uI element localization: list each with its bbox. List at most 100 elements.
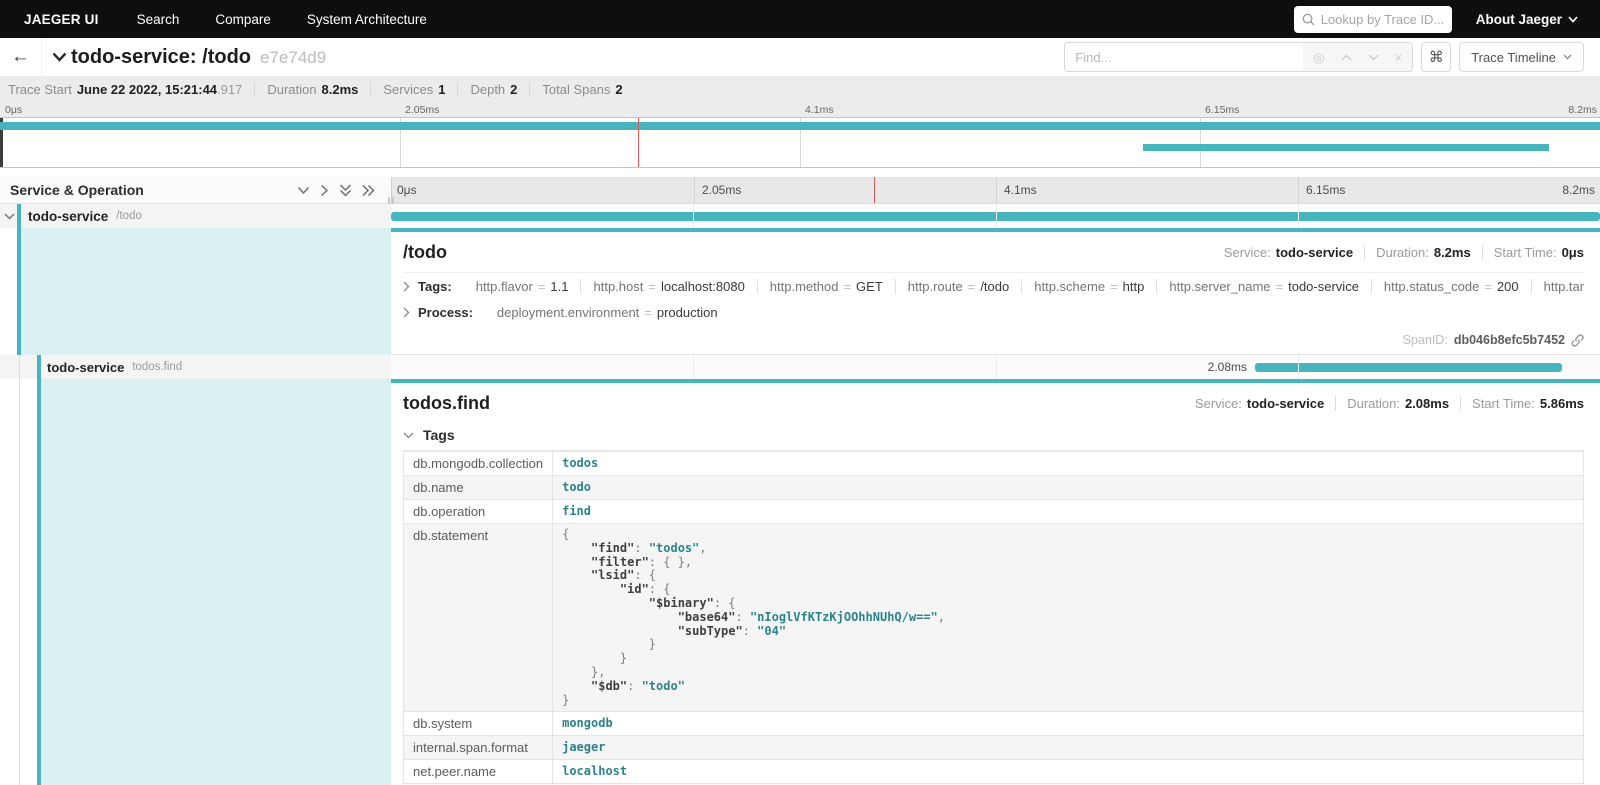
detail-operation-title: todos.find [403, 393, 490, 414]
span-children-chevron-icon[interactable] [4, 213, 18, 220]
span-id-value: db046b8efc5b7452 [1454, 333, 1565, 347]
timeline-cursor-guide [874, 177, 875, 203]
expand-collapse-controls [297, 184, 375, 197]
ruler-tick-label: 0μs [392, 177, 417, 203]
timeline-grid-header: Service & Operation 0μs2.05ms4.1ms6.15ms… [0, 177, 1600, 204]
process-accordion[interactable]: Process: deployment.environment=producti… [403, 303, 1584, 320]
tag-value: todo-service [1288, 279, 1359, 294]
next-result-icon[interactable] [1368, 54, 1379, 61]
lookup-placeholder: Lookup by Trace ID... [1321, 12, 1444, 27]
trace-meta-item: Services1 [371, 82, 458, 97]
span-duration-bar[interactable] [1255, 363, 1562, 372]
detail-meta-value: 0μs [1562, 245, 1584, 260]
chevron-down-icon [1568, 16, 1578, 23]
search-icon [1302, 13, 1315, 26]
tag-value: production [657, 305, 718, 320]
span-row-todo[interactable]: todo-service /todo [0, 204, 1600, 228]
collapse-one-icon[interactable] [297, 186, 310, 195]
timeline-ruler: 0μs2.05ms4.1ms6.15ms8.2ms [391, 177, 1600, 204]
tag-table-key: net.peer.name [404, 760, 553, 784]
span-bar-cell[interactable] [391, 204, 1600, 228]
jaeger-logo[interactable]: JAEGER UI [24, 12, 99, 27]
trace-meta-item: Duration8.2ms [255, 82, 371, 97]
collapse-all-icon[interactable] [339, 184, 352, 197]
keyboard-shortcuts-button[interactable]: ⌘ [1421, 42, 1451, 72]
tag-value: 200 [1497, 279, 1519, 294]
tag-key: http.route [908, 279, 963, 294]
focus-result-icon[interactable]: ◎ [1313, 51, 1324, 64]
find-result-controls: ◎ × [1303, 43, 1412, 71]
span-operation-name: todos.find [132, 361, 182, 373]
trace-name: todo-service: /todo [71, 46, 251, 69]
minimap-cursor-guide [638, 118, 639, 167]
span-name-cell[interactable]: todo-service /todo [0, 204, 391, 228]
tag-key: http.server_name [1169, 279, 1270, 294]
trace-meta-item: Total Spans2 [530, 82, 634, 97]
tag-pill: http.flavor=1.1 [464, 279, 582, 294]
span-bar-cell[interactable]: 2.08ms [391, 355, 1600, 379]
tag-value: GET [856, 279, 883, 294]
prev-result-icon[interactable] [1341, 54, 1352, 61]
tag-key: deployment.environment [497, 305, 639, 320]
span-name-cell[interactable]: todo-service todos.find [0, 355, 391, 379]
detail-tint-block [41, 379, 391, 785]
back-button[interactable]: ← [0, 38, 42, 76]
jaeger-trace-page: JAEGER UI Search Compare System Architectu… [0, 0, 1600, 785]
meta-label: Services [383, 82, 433, 97]
minimap-tick-labels: 0μs2.05ms4.1ms6.15ms8.2ms [0, 103, 1600, 117]
equals-sign: = [1276, 279, 1284, 294]
minimap-tick-label: 4.1ms [800, 104, 834, 116]
nav-item-search[interactable]: Search [137, 12, 180, 27]
tag-table-value: jaeger [553, 736, 1584, 760]
page-title: todo-service: /todo e7e74d9 [71, 46, 326, 69]
span-row-todos-find[interactable]: todo-service todos.find 2.08ms [0, 355, 1600, 379]
span-service-name: todo-service [28, 209, 108, 224]
chevron-right-icon [403, 281, 410, 292]
detail-meta-item: Duration:8.2ms [1365, 245, 1483, 260]
equals-sign: = [968, 279, 976, 294]
tag-value: http [1123, 279, 1145, 294]
meta-label: Total Spans [542, 82, 610, 97]
detail-meta-value: 5.86ms [1540, 396, 1584, 411]
tags-accordion[interactable]: Tags: http.flavor=1.1http.host=localhost… [403, 272, 1584, 294]
nav-item-compare[interactable]: Compare [215, 12, 271, 27]
clear-find-icon[interactable]: × [1395, 51, 1403, 64]
tag-table-key: db.name [404, 476, 553, 500]
meta-label: Depth [470, 82, 505, 97]
service-color-bar [17, 204, 21, 228]
trace-collapse-chevron-icon[interactable] [52, 52, 67, 62]
service-color-bar [37, 355, 41, 379]
trace-meta-item: Depth2 [458, 82, 530, 97]
chevron-right-icon [403, 307, 410, 318]
tag-key: http.scheme [1034, 279, 1105, 294]
find-input[interactable] [1065, 43, 1303, 71]
tree-indent-guide [19, 379, 20, 785]
trace-view-dropdown[interactable]: Trace Timeline [1459, 42, 1584, 72]
trace-controls: ◎ × ⌘ Trace Timeline [1064, 42, 1584, 72]
detail-meta-item: Service:todo-service [1184, 396, 1336, 411]
expand-all-icon[interactable] [362, 184, 375, 197]
tag-pill: http.target=/todo [1532, 279, 1584, 294]
detail-meta-label: Start Time: [1494, 245, 1557, 260]
about-jaeger-menu[interactable]: About Jaeger [1476, 12, 1578, 27]
detail-meta-value: todo-service [1247, 396, 1324, 411]
expand-one-icon[interactable] [320, 184, 329, 197]
timeline-gridline [996, 204, 997, 228]
tag-key: http.flavor [476, 279, 533, 294]
timeline-minimap[interactable] [0, 117, 1600, 168]
tag-pill: http.host=localhost:8080 [581, 279, 757, 294]
copy-link-icon[interactable] [1571, 334, 1584, 347]
trace-id-lookup-input[interactable]: Lookup by Trace ID... [1294, 6, 1452, 33]
equals-sign: = [1110, 279, 1118, 294]
equals-sign: = [644, 305, 652, 320]
nav-item-system-architecture[interactable]: System Architecture [307, 12, 427, 27]
span-detail-row-todos-find: todos.find Service:todo-serviceDuration:… [0, 379, 1600, 785]
tag-table-value: localhost [553, 760, 1584, 784]
equals-sign: = [1484, 279, 1492, 294]
tags-section-toggle[interactable]: Tags [403, 427, 1584, 451]
main-menu: Search Compare System Architecture [137, 12, 427, 27]
tag-table-key: db.system [404, 712, 553, 736]
detail-meta-item: Start Time:5.86ms [1461, 396, 1584, 411]
detail-meta-item: Start Time: 0μs [1483, 245, 1584, 260]
equals-sign: = [648, 279, 656, 294]
